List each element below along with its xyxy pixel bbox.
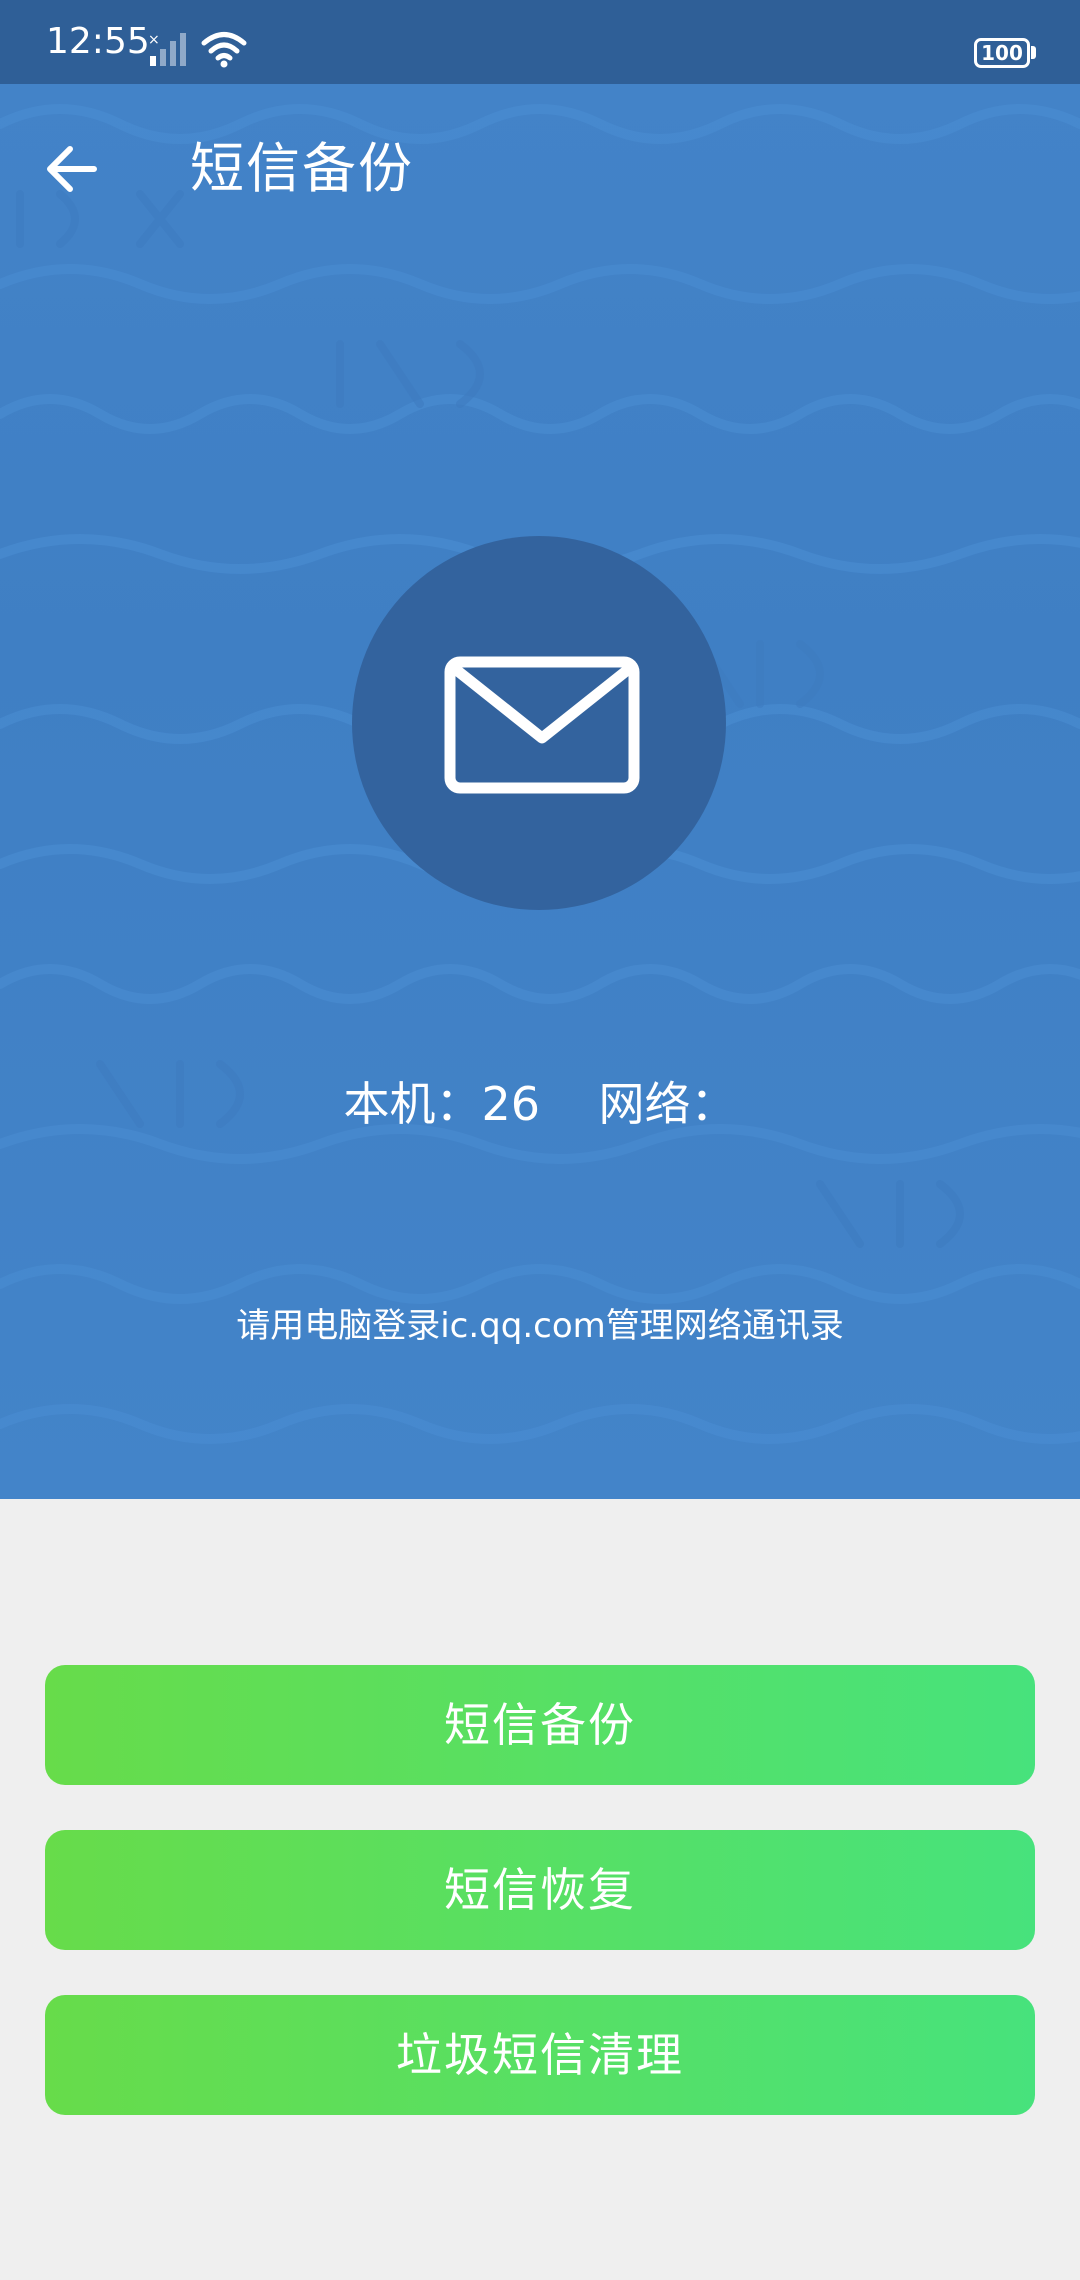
network-count-label: 网络： <box>598 1077 737 1131</box>
back-button[interactable] <box>28 124 118 214</box>
signal-icon: × <box>148 32 186 66</box>
spam-sms-clean-button[interactable]: 垃圾短信清理 <box>45 1995 1035 2115</box>
count-gap <box>540 1077 599 1131</box>
screen: 12:55 × 100 短信备份 本机：26 网络： 请用电脑登录ic.qq.c… <box>0 0 1080 2280</box>
page-title: 短信备份 <box>190 137 414 200</box>
sms-restore-button[interactable]: 短信恢复 <box>45 1830 1035 1950</box>
svg-text:×: × <box>148 32 160 48</box>
status-bar: 12:55 × 100 <box>0 0 1080 84</box>
arrow-left-icon <box>47 146 97 192</box>
wifi-icon <box>201 32 247 68</box>
sms-backup-button[interactable]: 短信备份 <box>45 1665 1035 1785</box>
battery-tip <box>1031 46 1036 59</box>
hint-text: 请用电脑登录ic.qq.com管理网络通讯录 <box>236 1306 844 1346</box>
battery-icon: 100 <box>974 38 1030 68</box>
toolbar: 短信备份 <box>0 84 1080 244</box>
status-time: 12:55 <box>46 21 150 62</box>
sms-count-summary: 本机：26 网络： <box>0 1074 1080 1134</box>
hero-header: 短信备份 本机：26 网络： 请用电脑登录ic.qq.com管理网络通讯录 <box>0 84 1080 1499</box>
local-count-label: 本机： <box>343 1077 482 1131</box>
local-count-value: 26 <box>481 1077 541 1131</box>
envelope-icon <box>444 656 640 794</box>
envelope-icon-circle <box>352 536 726 910</box>
